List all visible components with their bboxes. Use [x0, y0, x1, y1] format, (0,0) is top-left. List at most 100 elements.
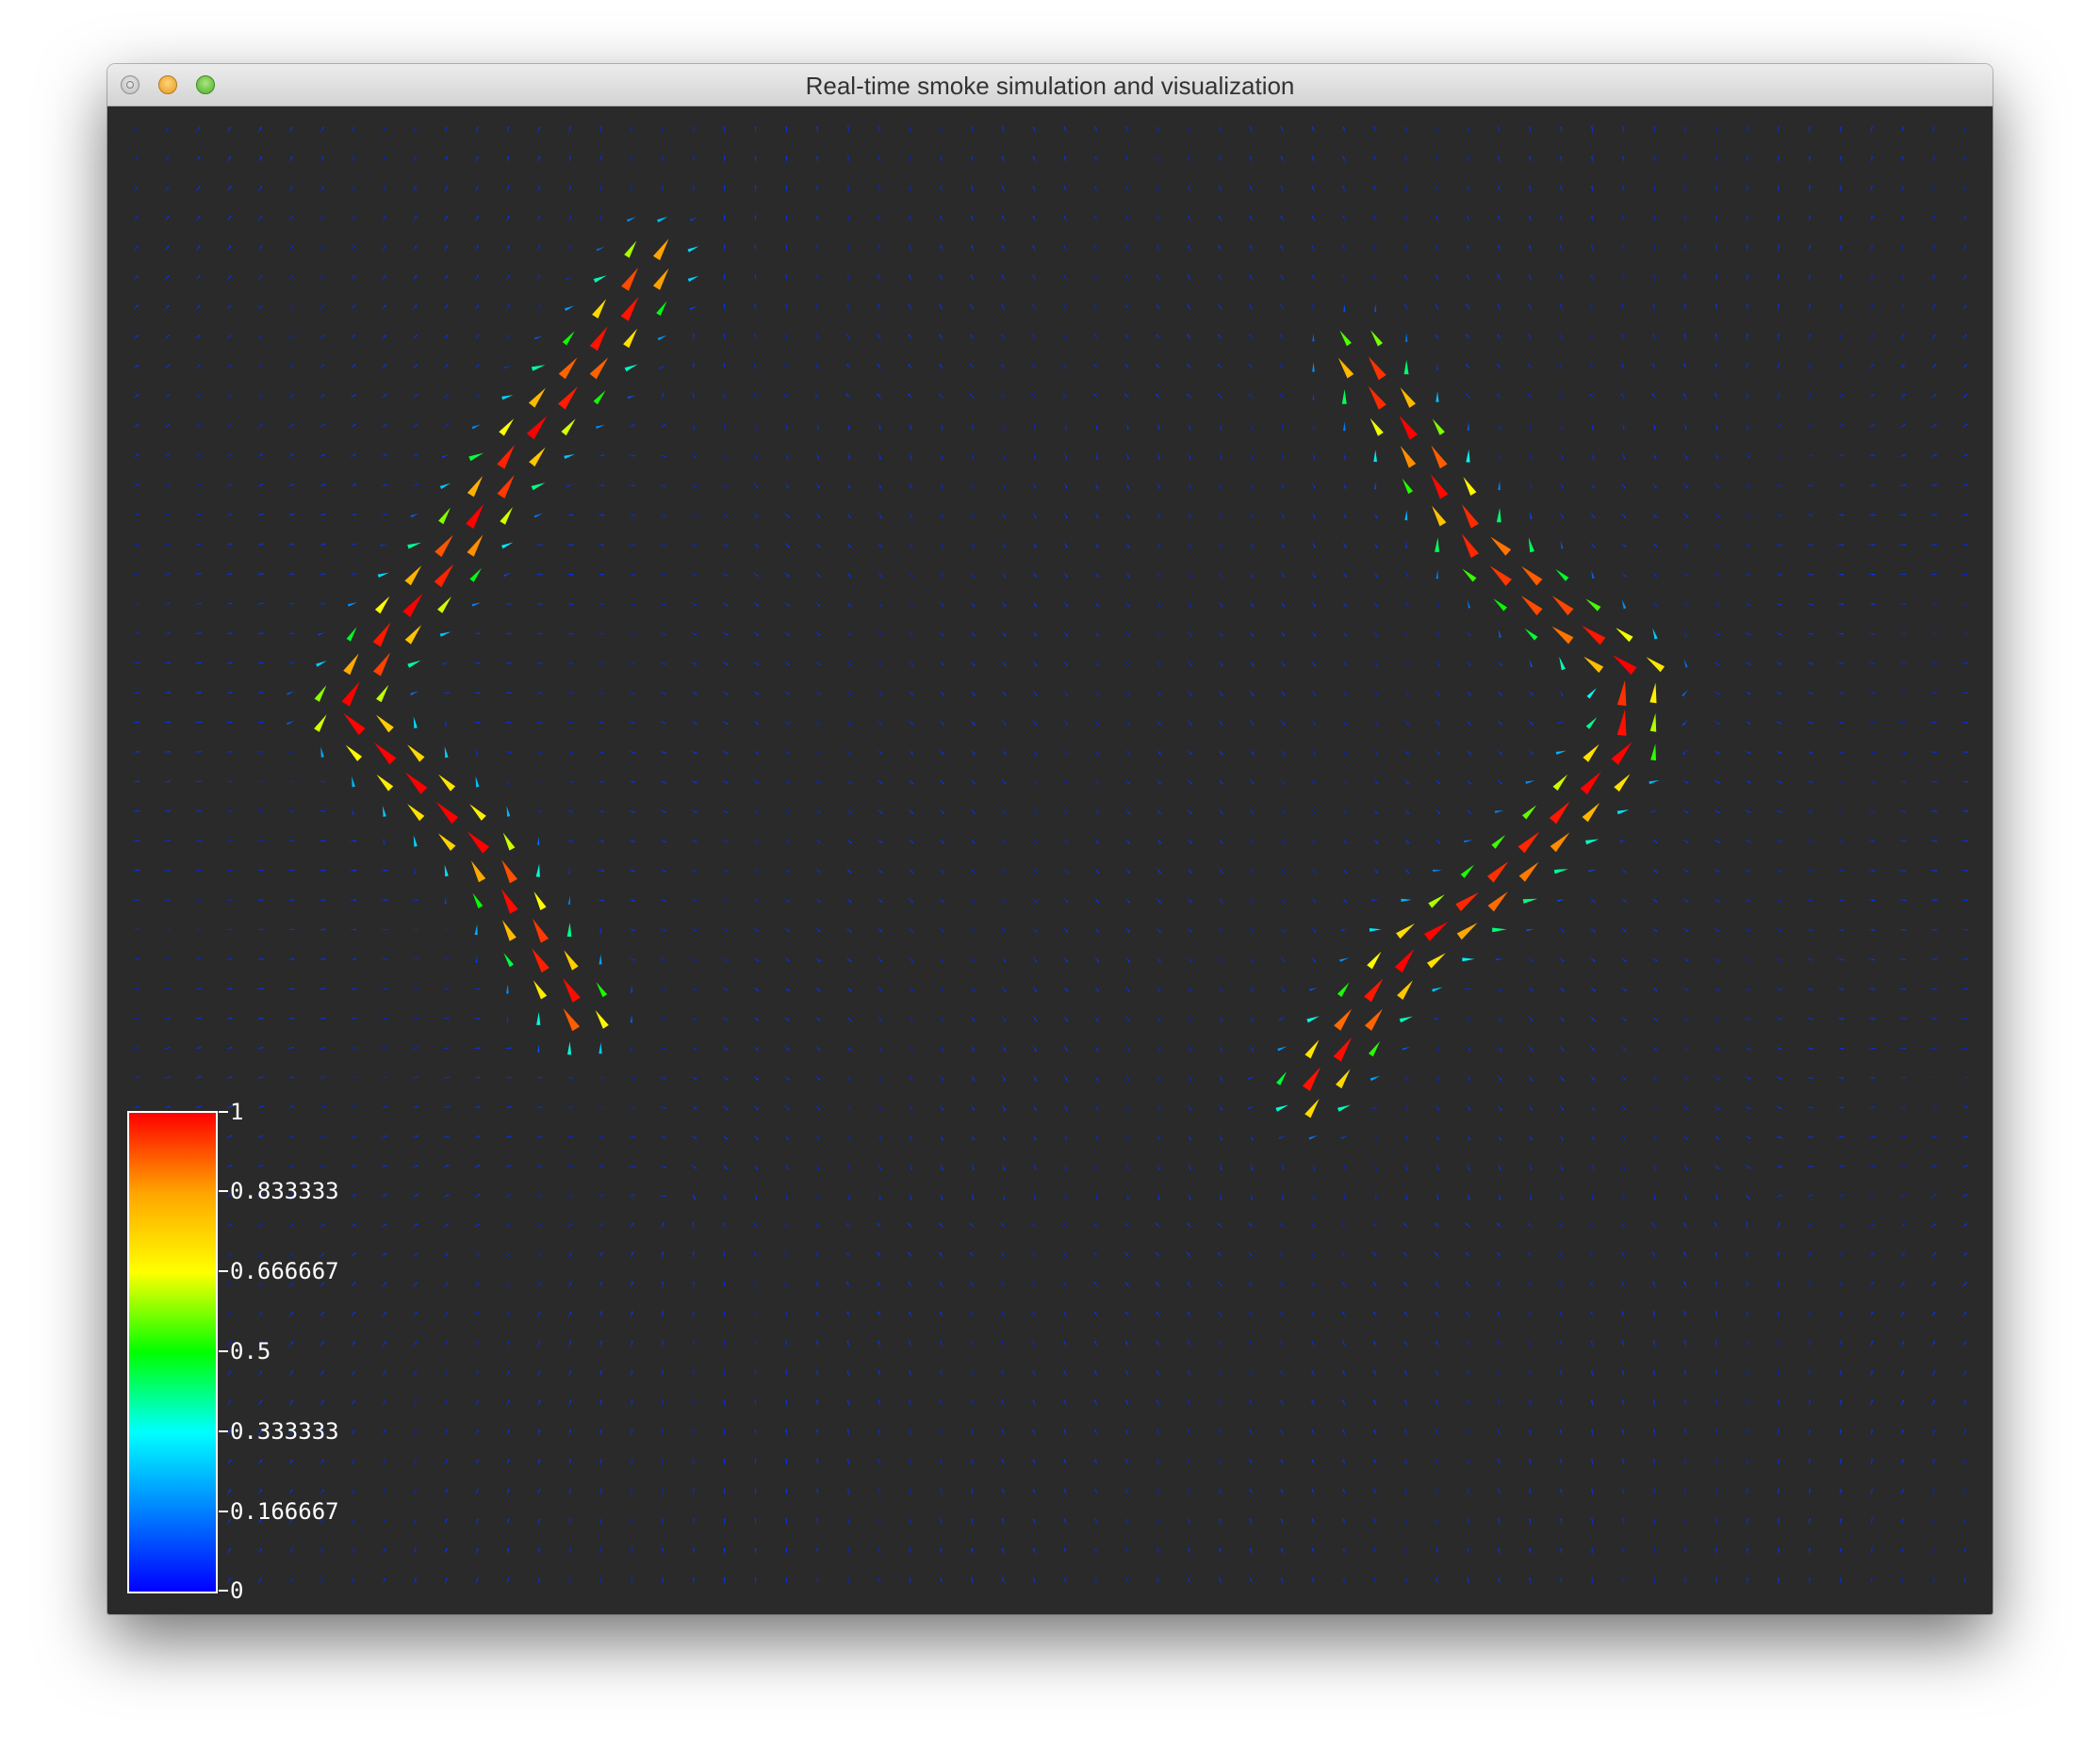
- velocity-glyph: [1281, 1192, 1285, 1200]
- velocity-glyph: [1929, 543, 1937, 546]
- velocity-glyph: [1839, 1577, 1843, 1585]
- velocity-glyph: [1125, 1045, 1130, 1052]
- velocity-glyph: [1281, 512, 1285, 519]
- velocity-glyph: [783, 1045, 790, 1052]
- velocity-glyph: [752, 809, 759, 814]
- velocity-glyph: [597, 721, 604, 725]
- colorbar-tick: [219, 1190, 228, 1192]
- velocity-glyph: [1684, 1192, 1687, 1200]
- velocity-glyph: [1715, 245, 1717, 253]
- velocity-glyph: [1867, 780, 1875, 783]
- velocity-glyph: [1778, 274, 1780, 282]
- velocity-glyph: [846, 126, 849, 134]
- velocity-glyph: [1187, 986, 1192, 992]
- velocity-glyph: [659, 1076, 666, 1080]
- velocity-glyph: [1033, 1134, 1037, 1141]
- velocity-glyph: [1093, 1222, 1099, 1229]
- velocity-glyph: [1836, 899, 1845, 902]
- velocity-glyph: [132, 394, 139, 399]
- velocity-glyph: [690, 631, 697, 636]
- velocity-glyph: [1032, 1429, 1036, 1437]
- velocity-glyph: [815, 334, 819, 341]
- velocity-glyph: [1898, 603, 1906, 605]
- velocity-glyph: [1126, 452, 1130, 460]
- velocity-glyph: [877, 661, 883, 666]
- velocity-glyph: [1713, 662, 1720, 666]
- velocity-glyph: [816, 1193, 819, 1200]
- velocity-glyph: [1496, 1222, 1502, 1229]
- velocity-glyph: [908, 1282, 912, 1288]
- velocity-glyph: [1373, 512, 1378, 519]
- velocity-glyph: [1836, 1135, 1845, 1138]
- velocity-glyph: [785, 1488, 787, 1496]
- velocity-glyph: [1682, 957, 1689, 962]
- velocity-glyph: [1280, 215, 1285, 222]
- velocity-glyph: [1867, 958, 1876, 961]
- velocity-glyph: [1466, 1341, 1470, 1348]
- velocity-glyph: [1218, 155, 1222, 163]
- simulation-canvas[interactable]: 1 0.833333 0.666667 0.5 0.333333 0.16666…: [107, 106, 1993, 1614]
- velocity-glyph: [1806, 840, 1813, 842]
- velocity-glyph: [814, 364, 820, 370]
- velocity-glyph: [1372, 1222, 1378, 1229]
- velocity-glyph: [845, 720, 852, 726]
- velocity-glyph: [908, 720, 914, 726]
- velocity-glyph: [1744, 572, 1751, 577]
- velocity-glyph: [442, 662, 450, 665]
- velocity-glyph: [909, 1577, 911, 1585]
- velocity-glyph: [1621, 304, 1625, 311]
- velocity-glyph: [816, 1518, 818, 1526]
- velocity-glyph: [412, 245, 418, 252]
- velocity-glyph: [877, 303, 881, 311]
- velocity-glyph: [1651, 572, 1658, 578]
- title-bar[interactable]: Real-time smoke simulation and visualiza…: [107, 64, 1993, 106]
- velocity-glyph: [1590, 1488, 1594, 1496]
- velocity-glyph: [754, 1341, 757, 1348]
- colorbar-legend: [127, 1111, 218, 1593]
- velocity-glyph: [659, 721, 666, 725]
- velocity-glyph: [1094, 630, 1100, 637]
- velocity-glyph: [970, 1489, 974, 1496]
- velocity-glyph: [225, 483, 233, 487]
- velocity-glyph: [257, 274, 263, 281]
- velocity-glyph: [1652, 628, 1658, 640]
- velocity-glyph: [376, 774, 394, 792]
- velocity-glyph: [163, 691, 171, 694]
- velocity-glyph: [1278, 1135, 1287, 1139]
- velocity-glyph: [133, 274, 139, 281]
- velocity-glyph: [1929, 840, 1937, 842]
- velocity-glyph: [939, 571, 944, 578]
- velocity-glyph: [1466, 690, 1471, 696]
- velocity-glyph: [1490, 536, 1512, 556]
- velocity-glyph: [288, 1548, 293, 1555]
- velocity-glyph: [1870, 186, 1874, 193]
- velocity-glyph: [1063, 690, 1069, 696]
- velocity-glyph: [318, 483, 326, 487]
- velocity-glyph: [599, 1282, 603, 1289]
- velocity-glyph: [1156, 838, 1162, 844]
- velocity-glyph: [1713, 1075, 1720, 1081]
- velocity-glyph: [1280, 155, 1285, 163]
- velocity-glyph: [1467, 1547, 1469, 1556]
- velocity-glyph: [1839, 215, 1843, 222]
- velocity-glyph: [785, 1370, 788, 1378]
- velocity-glyph: [372, 622, 391, 647]
- velocity-glyph: [1368, 385, 1386, 410]
- velocity-glyph: [1528, 537, 1534, 553]
- velocity-glyph: [1778, 1311, 1780, 1318]
- velocity-glyph: [1374, 1163, 1377, 1170]
- velocity-glyph: [1590, 274, 1594, 282]
- velocity-glyph: [1744, 662, 1751, 665]
- velocity-glyph: [1001, 1459, 1005, 1466]
- velocity-glyph: [257, 1370, 263, 1377]
- velocity-glyph: [1498, 1134, 1502, 1141]
- velocity-glyph: [784, 482, 790, 489]
- velocity-glyph: [537, 1518, 541, 1526]
- velocity-glyph: [320, 1370, 325, 1377]
- velocity-glyph: [531, 365, 546, 371]
- velocity-glyph: [1218, 630, 1223, 637]
- velocity-glyph: [1249, 926, 1255, 933]
- velocity-glyph: [1775, 484, 1782, 487]
- velocity-glyph: [503, 722, 512, 724]
- velocity-glyph: [256, 840, 264, 841]
